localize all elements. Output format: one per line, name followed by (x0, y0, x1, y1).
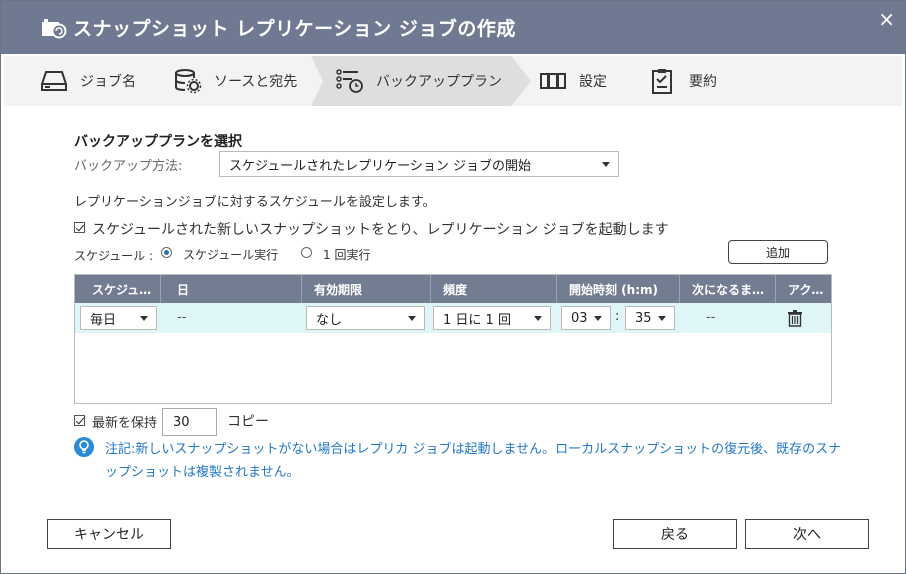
step-label: ソースと宛先 (214, 74, 298, 90)
keep-latest-value: 30 (173, 414, 190, 430)
col-expiry[interactable]: 有効期限 (302, 275, 431, 303)
step-summary[interactable]: 要約 (649, 56, 717, 106)
frequency-value: 1 日に 1 回 (443, 312, 511, 328)
time-separator: : (615, 309, 620, 324)
radio-scheduled[interactable] (161, 247, 172, 258)
add-schedule-button[interactable]: 追加 (728, 240, 828, 264)
schedule-table: スケジュ… 日 有効期限 頻度 開始時刻 (h:m) 次になるま… アク… 毎日… (74, 274, 832, 404)
close-icon[interactable]: × (878, 7, 895, 31)
note-text: 注記:新しいスナップショットがない場合はレプリカ ジョブは起動しません。ローカル… (105, 442, 842, 480)
step-label: 要約 (689, 74, 717, 90)
backup-method-label: バックアップ方法: (74, 159, 183, 174)
col-day[interactable]: 日 (161, 275, 302, 303)
keep-latest-input[interactable]: 30 (162, 408, 217, 436)
hour-value: 03 (571, 310, 588, 326)
keep-latest-unit: コピー (227, 414, 269, 430)
day-value: -- (177, 310, 187, 325)
expiry-value: なし (316, 312, 343, 328)
schedule-value: 毎日 (90, 312, 117, 328)
col-frequency[interactable]: 頻度 (431, 275, 557, 303)
snapshot-checkbox[interactable] (74, 222, 85, 233)
step-settings[interactable]: 設定 (539, 56, 607, 106)
chevron-down-icon (408, 316, 416, 321)
chevron-down-icon (658, 316, 666, 321)
next-button[interactable]: 次へ (745, 519, 869, 549)
keep-latest-checkbox[interactable] (74, 415, 85, 426)
schedule-label: スケジュール : (74, 249, 154, 263)
minute-select[interactable]: 35 (625, 306, 675, 330)
wizard-steps: ジョブ名 ソースと宛先 バックアッププラン 設定 要約 (4, 56, 902, 106)
step-backup-plan[interactable]: バックアッププラン (336, 56, 502, 106)
dialog-title: スナップショット レプリケーション ジョブの作成 (73, 18, 516, 40)
table-row: 毎日 -- なし 1 日に 1 回 03 : 35 -- (75, 303, 831, 333)
step-label: ジョブ名 (80, 74, 136, 90)
database-gear-icon (174, 68, 202, 94)
col-start-time[interactable]: 開始時刻 (h:m) (557, 275, 680, 303)
chevron-down-icon (594, 316, 602, 321)
table-header: スケジュ… 日 有効期限 頻度 開始時刻 (h:m) 次になるま… アク… (75, 275, 831, 303)
snapshot-checkbox-label: スケジュールされた新しいスナップショットをとり、レプリケーション ジョブを起動し… (92, 222, 669, 238)
cancel-button[interactable]: キャンセル (47, 519, 171, 549)
next-run-value: -- (706, 310, 716, 325)
snapshot-replication-icon (41, 17, 67, 39)
frequency-select[interactable]: 1 日に 1 回 (433, 306, 551, 330)
settings-tape-icon (539, 68, 567, 94)
clipboard-check-icon (649, 68, 677, 94)
chevron-down-icon (602, 162, 610, 167)
keep-latest-label: 最新を保持 (92, 416, 158, 431)
col-next[interactable]: 次になるま… (680, 275, 776, 303)
schedule-description: レプリケーションジョブに対するスケジュールを設定します。 (74, 195, 436, 210)
radio-once-label: 1 回実行 (323, 248, 371, 262)
col-schedule[interactable]: スケジュ… (75, 275, 161, 303)
back-button[interactable]: 戻る (613, 519, 737, 549)
trash-icon[interactable] (787, 310, 803, 327)
hour-select[interactable]: 03 (561, 306, 611, 330)
step-label: バックアッププラン (376, 74, 502, 90)
schedule-list-icon (336, 68, 364, 94)
radio-scheduled-label: スケジュール実行 (183, 248, 279, 262)
step-source-destination[interactable]: ソースと宛先 (174, 56, 297, 106)
backup-method-value: スケジュールされたレプリケーション ジョブの開始 (229, 158, 531, 174)
chevron-down-icon (140, 316, 148, 321)
radio-once[interactable] (301, 247, 312, 258)
replication-job-dialog: スナップショット レプリケーション ジョブの作成 × ジョブ名 ソースと宛先 バ… (0, 0, 906, 574)
expiry-select[interactable]: なし (306, 306, 425, 330)
col-action[interactable]: アク… (776, 275, 831, 303)
info-bulb-icon (74, 437, 94, 457)
chevron-down-icon (534, 316, 542, 321)
backup-method-select[interactable]: スケジュールされたレプリケーション ジョブの開始 (219, 151, 619, 177)
dialog-titlebar: スナップショット レプリケーション ジョブの作成 × (1, 1, 905, 54)
section-title: バックアッププランを選択 (74, 134, 242, 150)
schedule-select[interactable]: 毎日 (80, 306, 157, 330)
step-label: 設定 (579, 74, 607, 90)
step-job-name[interactable]: ジョブ名 (40, 56, 136, 106)
minute-value: 35 (635, 310, 652, 326)
drive-icon (40, 68, 68, 94)
